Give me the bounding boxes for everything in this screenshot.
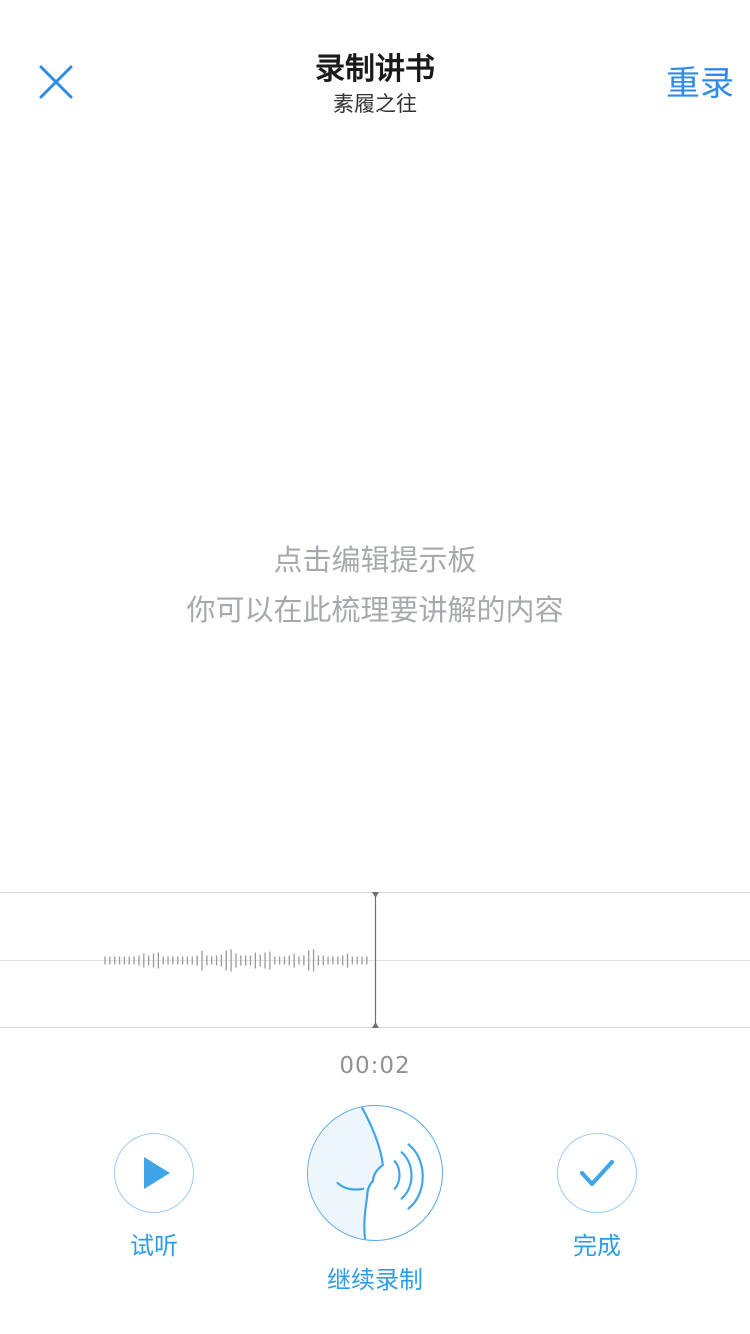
- waveform-bars: [104, 949, 368, 972]
- preview-label[interactable]: 试听: [74, 1230, 234, 1262]
- playhead-bottom-marker: [372, 1022, 379, 1028]
- speaking-face-icon: [308, 1106, 424, 1240]
- audio-waveform: [0, 892, 750, 1028]
- prompt-board[interactable]: 点击编辑提示板 你可以在此梳理要讲解的内容: [0, 150, 750, 880]
- preview-button[interactable]: [114, 1133, 194, 1213]
- close-button[interactable]: [28, 54, 84, 110]
- play-icon: [144, 1157, 170, 1189]
- prompt-hint-subtitle: 你可以在此梳理要讲解的内容: [186, 593, 564, 627]
- close-icon: [39, 65, 73, 99]
- rerecord-button[interactable]: 重录: [666, 62, 734, 106]
- page-title: 录制讲书: [315, 52, 435, 87]
- continue-recording-label[interactable]: 继续录制: [295, 1264, 455, 1296]
- recording-timer: 00:02: [339, 1053, 411, 1079]
- prompt-hint-title: 点击编辑提示板: [273, 543, 477, 577]
- done-button[interactable]: [557, 1133, 637, 1213]
- header-title-block: 录制讲书 素履之往: [175, 50, 575, 118]
- done-label[interactable]: 完成: [517, 1230, 677, 1262]
- book-title: 素履之往: [333, 92, 417, 116]
- continue-recording-button[interactable]: [307, 1105, 443, 1241]
- checkmark-icon: [580, 1160, 614, 1186]
- playhead-top-marker: [372, 892, 379, 898]
